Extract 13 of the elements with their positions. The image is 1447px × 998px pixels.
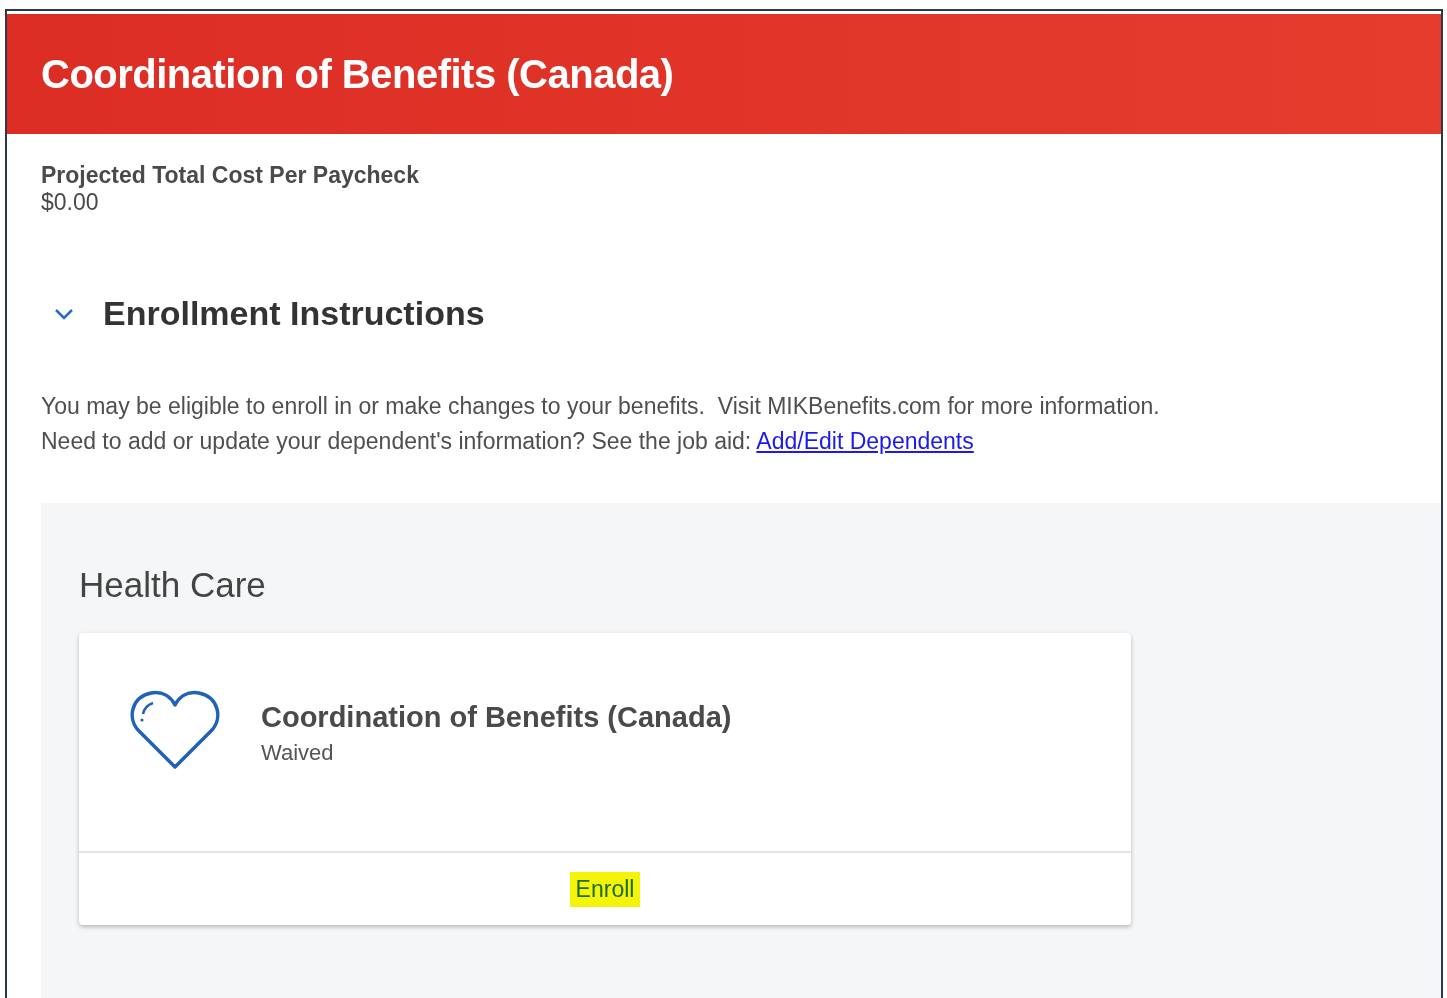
enroll-button[interactable]: Enroll: [569, 871, 641, 907]
heart-icon: [129, 689, 221, 771]
chevron-icon[interactable]: [53, 306, 75, 321]
card-status: Waived: [261, 740, 335, 766]
cost-label: Projected Total Cost Per Paycheck: [41, 162, 420, 189]
instruction-text: You may be eligible to enroll in or make changes to your benefits. Visit MIKBenefits.com for more information.: [41, 392, 1161, 421]
dependents-link[interactable]: Add/Edit Dependents: [756, 428, 974, 454]
cost-value: $0.00: [41, 189, 100, 216]
card-title: Coordination of Benefits (Canada): [261, 701, 732, 734]
section-title[interactable]: Enrollment Instructions: [103, 294, 485, 333]
instruction-text: Need to add or update your dependent's information? See the job aid: Add/Edit Dependents: [41, 427, 975, 456]
group-title: Health Care: [79, 565, 267, 605]
page-title: Coordination of Benefits (Canada): [41, 51, 674, 97]
